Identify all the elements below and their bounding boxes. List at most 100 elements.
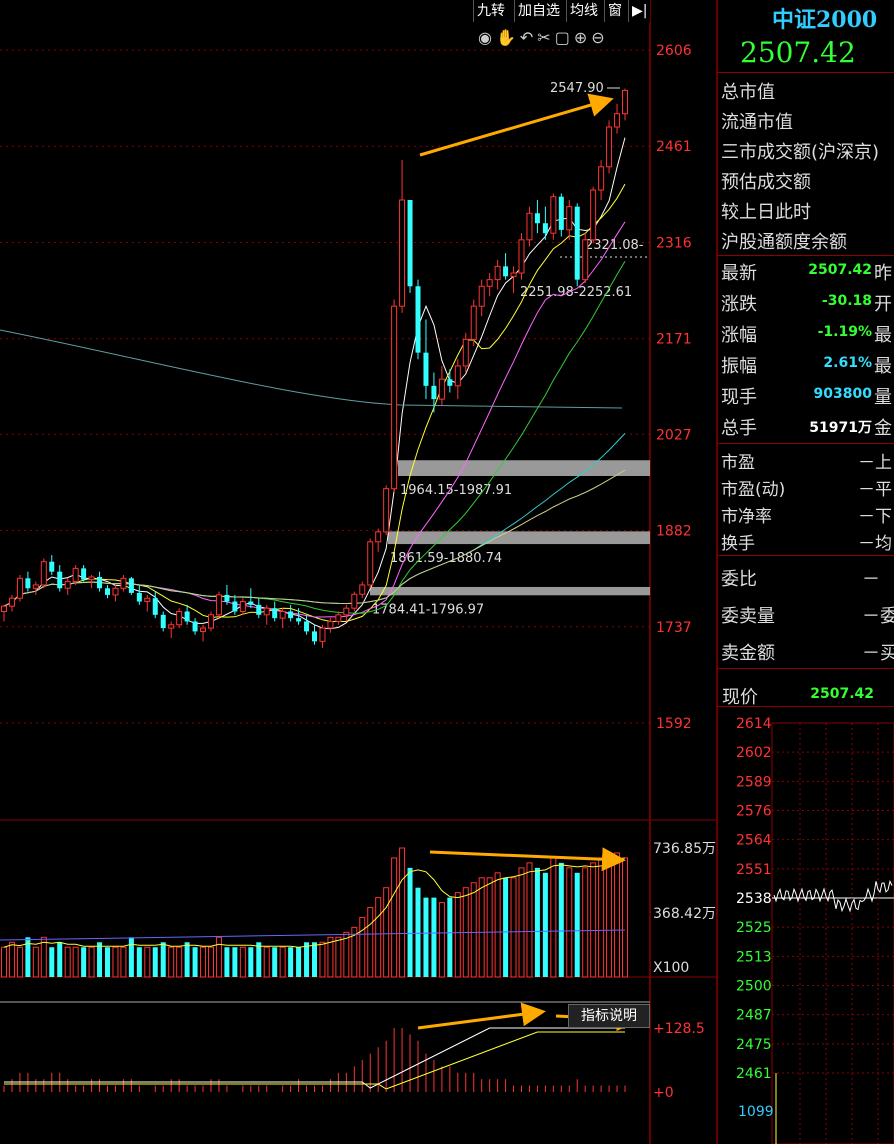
volume-bar [40,936,47,978]
candle-body [526,212,533,241]
quote-row-tail: 金 [874,418,892,439]
volume-bar [256,942,262,977]
index-price: 2507.42 [740,36,856,69]
candle-body [534,213,540,224]
volume-bar [558,862,564,977]
volume-bar [534,867,540,977]
candle-body [367,541,374,586]
candle-body [208,614,214,629]
candle-body [614,113,621,128]
candle-body [359,584,366,595]
trend-arrow [429,847,626,872]
quote-row-value: 2.61% [823,355,872,371]
volume-bar [128,937,134,977]
hand-icon[interactable]: ✋ [496,28,520,47]
intraday-axis-label: 2513 [736,949,772,965]
volume-bar [64,946,71,978]
chart-tool-icons[interactable]: ◉✋↶✂▢⊕⊖ [478,28,609,47]
ma-line-10 [3,183,626,622]
candle-body [407,199,413,287]
candle-body [438,378,445,400]
candle-body [327,620,334,629]
candle-body [97,576,103,589]
volume-bar [590,862,597,978]
order-row-tail: － [862,569,880,590]
quote-row-tail: 量 [874,387,892,408]
candle-body [606,126,613,168]
toolbar-add-favorite[interactable]: 加自选 [514,0,563,22]
quote-row-value: 2507.42 [808,262,872,278]
eye-icon[interactable]: ◉ [478,28,496,47]
indicator-help-button[interactable]: 指标说明 [568,1004,650,1028]
volume-bar [248,947,254,977]
candle-body [494,265,501,281]
zoom-in-icon[interactable]: ⊕ [574,28,591,47]
candle-body [200,627,207,632]
candle-body [351,593,358,609]
info-row-label: 预估成交额 [721,172,811,193]
candle-body [120,577,127,589]
volume-bar [423,897,429,977]
candle-body [88,576,95,581]
candle-body [192,621,198,632]
candle-body [16,577,23,599]
volume-bar [105,947,110,977]
order-row-tail: －委 [862,606,894,627]
volume-bar [200,946,207,978]
volume-bar [81,947,87,977]
candle-body [232,601,238,612]
quote-row-label: 总手 [721,418,757,439]
volume-bar [208,946,214,978]
candle-body [128,578,134,593]
peak-label: 2547.90 [550,81,604,96]
volume-ma60 [0,929,626,941]
volume-bar [470,882,477,978]
scissors-icon[interactable]: ✂ [537,28,554,47]
order-row-label: 卖金额 [721,643,775,664]
candle-body [391,305,398,490]
quote-row-tail: 开 [874,294,892,315]
volume-bar [176,946,183,978]
candle-body [470,305,477,340]
lock-icon[interactable]: ▢ [555,28,574,47]
candle-body [343,607,350,616]
volume-bar [582,867,589,978]
candle-body [335,614,342,622]
candle-body [550,196,557,234]
volume-bar [239,946,246,978]
quote-row-value: 51971万 [809,420,872,436]
volume-bar [375,897,382,978]
toolbar-ma[interactable]: 均线 [566,0,601,22]
undo-icon[interactable]: ↶ [520,28,537,47]
price-axis-label: 2606 [656,43,692,59]
volume-bar [136,947,142,977]
macd-dif [4,1027,625,1089]
volume-bar [16,946,23,978]
volume-unit-label: X100 [653,960,689,976]
volume-bar [391,857,398,978]
stat-row-label: 市净率 [721,507,772,527]
candle-body [279,610,286,619]
toolbar-window[interactable]: 窗 [604,0,625,22]
quote-row-value: -1.19% [817,324,872,340]
candle-body [215,594,222,616]
info-row-label: 较上日此时 [721,202,811,223]
volume-bar [152,947,158,977]
zoom-out-icon[interactable]: ⊖ [591,28,608,47]
candle-body [622,89,628,115]
trend-arrow [419,93,614,157]
intraday-frame [771,722,894,1144]
expand-icon[interactable]: ▶| [628,0,651,22]
candle-body [160,614,166,629]
intraday-axis-label: 2576 [736,804,772,820]
macd-axis-label: +0 [653,1085,674,1101]
candle-body [423,352,429,386]
stat-row-tail: －均 [858,534,892,554]
candle-body [72,567,79,583]
quote-row-tail: 昨 [874,263,892,284]
volume-axis-label: 736.85万 [653,841,716,857]
candle-body [112,587,119,596]
volume-bar [263,946,270,978]
toolbar-nine-turn[interactable]: 九转 [473,0,508,22]
volume-bar [304,942,310,977]
